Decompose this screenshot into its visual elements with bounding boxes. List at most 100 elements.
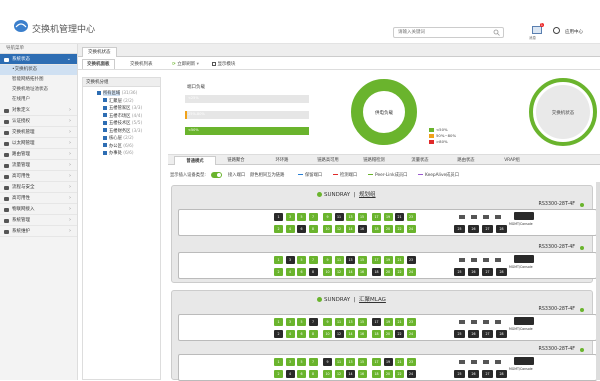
- switch-port[interactable]: 13: [346, 256, 355, 264]
- sidebar-item[interactable]: 系统维护 ›: [0, 226, 77, 237]
- sfp-port[interactable]: 28: [496, 330, 507, 338]
- switch-port[interactable]: 8: [308, 225, 318, 233]
- switch-port[interactable]: 19: [383, 213, 393, 221]
- sidebar-item[interactable]: 系统状态 ⌄: [0, 54, 77, 65]
- switch-port[interactable]: 16: [357, 330, 367, 338]
- sidebar-item[interactable]: 流程与安全 ›: [0, 182, 77, 193]
- sfp-port[interactable]: 28: [496, 370, 507, 378]
- switch-port[interactable]: 19: [383, 318, 393, 326]
- switch-port[interactable]: 22: [395, 268, 404, 276]
- search-icon[interactable]: [493, 29, 500, 36]
- switch-port[interactable]: 10: [323, 330, 332, 338]
- sidebar-item[interactable]: 高可用性 ›: [0, 171, 77, 182]
- switch-port[interactable]: 18: [372, 225, 381, 233]
- mode-tab[interactable]: 链路高可用: [307, 156, 349, 165]
- switch-port[interactable]: 20: [383, 225, 393, 233]
- sidebar-subitem[interactable]: 智能网络拓扑图: [0, 75, 77, 85]
- tree-node[interactable]: 核心层 (2/2): [83, 135, 160, 143]
- sidebar-item[interactable]: 交换机管理 ›: [0, 127, 77, 138]
- tree-node[interactable]: 所有区域 (31/36): [83, 90, 160, 98]
- switch-port[interactable]: 23: [406, 256, 416, 264]
- mode-tab[interactable]: 链路帽检测: [353, 156, 395, 165]
- sidebar-item[interactable]: 高可用性 ›: [0, 193, 77, 204]
- tree-node[interactable]: 五楼市场区 (4/4): [83, 113, 160, 121]
- switch-port[interactable]: 9: [323, 256, 332, 264]
- switch-port[interactable]: 17: [372, 358, 381, 366]
- sfp-port[interactable]: 25: [454, 225, 465, 233]
- switch-port[interactable]: 14: [346, 370, 355, 378]
- switch-port[interactable]: 21: [395, 358, 404, 366]
- switch-port[interactable]: 3: [285, 256, 295, 264]
- switch-port[interactable]: 3: [285, 213, 295, 221]
- switch-port[interactable]: 15: [357, 256, 367, 264]
- switch-chassis[interactable]: 1 2 3 4 5 6 7 8 9 10 11 12 13 14 15 16 17 18 19 20 21 22 23 24 2…: [178, 314, 597, 341]
- show-type-toggle[interactable]: [211, 172, 222, 178]
- switch-port[interactable]: 4: [285, 268, 295, 276]
- switch-port[interactable]: 24: [406, 370, 416, 378]
- switch-port[interactable]: 5: [297, 256, 306, 264]
- switch-port[interactable]: 8: [308, 330, 318, 338]
- switch-port[interactable]: 12: [334, 225, 344, 233]
- switch-port[interactable]: 7: [308, 358, 318, 366]
- switch-port[interactable]: 14: [346, 225, 355, 233]
- tree-node[interactable]: 办公区 (6/6): [83, 143, 160, 151]
- switch-port[interactable]: 3: [285, 358, 295, 366]
- switch-port[interactable]: 11: [334, 318, 344, 326]
- switch-port[interactable]: 21: [395, 256, 404, 264]
- switch-port[interactable]: 12: [334, 330, 344, 338]
- switch-port[interactable]: 24: [406, 330, 416, 338]
- switch-port[interactable]: 17: [372, 318, 381, 326]
- sidebar-item[interactable]: 对象定义 ›: [0, 105, 77, 116]
- sidebar-subitem[interactable]: 在线用户: [0, 95, 77, 105]
- switch-port[interactable]: 6: [297, 370, 306, 378]
- group-name-link[interactable]: 规划组: [359, 192, 376, 198]
- switch-port[interactable]: 7: [308, 256, 318, 264]
- sidebar-subitem[interactable]: •交换机状态: [0, 65, 77, 75]
- message-icon[interactable]: 1: [532, 23, 544, 34]
- mode-tab[interactable]: 环环路: [261, 156, 303, 165]
- subtab-list[interactable]: 交换机列表: [126, 60, 157, 70]
- tree-node[interactable]: 五楼管家区 (3/3): [83, 105, 160, 113]
- switch-port[interactable]: 6: [297, 330, 306, 338]
- switch-port[interactable]: 1: [274, 213, 283, 221]
- switch-port[interactable]: 5: [297, 358, 306, 366]
- switch-port[interactable]: 2: [274, 370, 283, 378]
- sidebar-subitem[interactable]: 交换机地址池状态: [0, 85, 77, 95]
- sfp-port[interactable]: 25: [454, 370, 465, 378]
- switch-port[interactable]: 3: [285, 318, 295, 326]
- switch-port[interactable]: 23: [406, 318, 416, 326]
- switch-port[interactable]: 15: [357, 213, 367, 221]
- sfp-port[interactable]: 26: [468, 330, 479, 338]
- switch-port[interactable]: 4: [285, 225, 295, 233]
- switch-port[interactable]: 2: [274, 225, 283, 233]
- group-name-link[interactable]: 汇聚MLAG: [359, 297, 386, 303]
- switch-port[interactable]: 23: [406, 213, 416, 221]
- search-box[interactable]: [393, 27, 504, 38]
- switch-port[interactable]: 21: [395, 318, 404, 326]
- switch-chassis[interactable]: 1 2 3 4 5 6 7 8 9 10 11 12 13 14 15 16 17 18 19 20 21 22 23 24 2…: [178, 354, 597, 381]
- switch-port[interactable]: 23: [406, 358, 416, 366]
- sfp-port[interactable]: 26: [468, 268, 479, 276]
- sfp-port[interactable]: 25: [454, 330, 465, 338]
- tree-node[interactable]: 汇聚层 (2/2): [83, 98, 160, 106]
- switch-port[interactable]: 5: [297, 318, 306, 326]
- switch-port[interactable]: 14: [346, 330, 355, 338]
- switch-port[interactable]: 24: [406, 268, 416, 276]
- switch-port[interactable]: 22: [395, 330, 404, 338]
- tree-node[interactable]: 办事处 (6/6): [83, 150, 160, 158]
- tab-switch-status[interactable]: 交换机状态: [82, 47, 117, 57]
- switch-port[interactable]: 13: [346, 318, 355, 326]
- switch-port[interactable]: 7: [308, 318, 318, 326]
- switch-port[interactable]: 18: [372, 268, 381, 276]
- switch-port[interactable]: 2: [274, 330, 283, 338]
- switch-port[interactable]: 9: [323, 213, 332, 221]
- console-port[interactable]: [514, 317, 534, 325]
- sidebar-item[interactable]: 物联网接入 ›: [0, 204, 77, 215]
- subtab-panel[interactable]: 交换机面板: [82, 59, 115, 69]
- switch-port[interactable]: 7: [308, 213, 318, 221]
- switch-port[interactable]: 20: [383, 370, 393, 378]
- switch-port[interactable]: 11: [334, 213, 344, 221]
- switch-port[interactable]: 5: [297, 213, 306, 221]
- switch-port[interactable]: 4: [285, 370, 295, 378]
- sfp-port[interactable]: 26: [468, 225, 479, 233]
